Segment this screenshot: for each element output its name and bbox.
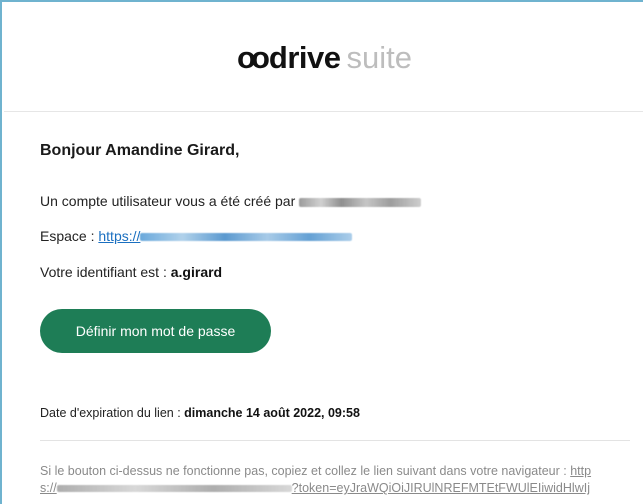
fallback-token[interactable]: ?token=eyJraWQiOiJIRUlNREFMTEtFWUlEIiwid…	[292, 481, 590, 495]
fallback-line-2: s:// ?token=eyJraWQiOiJIRUlNREFMTEtFWUlEI…	[40, 480, 632, 497]
logo-suffix-text: suite	[346, 40, 412, 75]
space-line: Espace : https://	[40, 228, 353, 244]
greeting-heading: Bonjour Amandine Girard,	[40, 142, 240, 159]
divider	[40, 440, 630, 441]
expiry-date: dimanche 14 août 2022, 09:58	[184, 406, 360, 420]
email-frame: oo drive suite Bonjour Amandine Girard, Un…	[0, 0, 643, 504]
identifier-line: Votre identifiant est : a.girard	[40, 264, 222, 280]
expiry-line: Date d'expiration du lien : dimanche 14 …	[40, 406, 360, 420]
fallback-line-1: Si le bouton ci-dessus ne fonctionne pas…	[40, 463, 632, 480]
fallback-text: Si le bouton ci-dessus ne fonctionne pas…	[40, 464, 567, 478]
created-by-line: Un compte utilisateur vous a été créé pa…	[40, 193, 422, 209]
redacted-space-url	[140, 233, 353, 242]
space-link-text: https://	[98, 228, 141, 244]
space-label: Espace :	[40, 228, 95, 244]
identifier-value: a.girard	[170, 264, 223, 280]
fallback-link-part[interactable]: s://	[40, 481, 57, 495]
expiry-label: Date d'expiration du lien :	[40, 406, 181, 420]
redacted-fallback-url	[56, 485, 292, 493]
email-header: oo drive suite	[4, 4, 643, 112]
space-link[interactable]: https://	[98, 228, 353, 244]
redacted-creator-name	[299, 197, 422, 207]
fallback-instructions: Si le bouton ci-dessus ne fonctionne pas…	[40, 463, 632, 497]
oodrive-suite-logo: oo drive suite	[4, 42, 643, 73]
set-password-button[interactable]: Définir mon mot de passe	[40, 309, 271, 353]
identifier-label: Votre identifiant est :	[40, 264, 167, 280]
fallback-link-start[interactable]: http	[570, 464, 591, 478]
created-by-text: Un compte utilisateur vous a été créé pa…	[40, 193, 296, 209]
logo-brand-text: drive	[268, 40, 341, 75]
oodrive-mark-icon: oo	[237, 40, 270, 75]
